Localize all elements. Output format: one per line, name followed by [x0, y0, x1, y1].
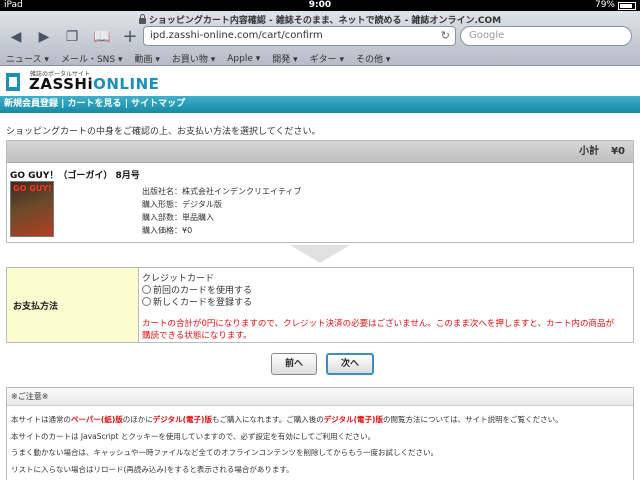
bookmark-news[interactable]: ニュース ▾ [6, 52, 49, 65]
bookmark-other[interactable]: その他 ▾ [356, 52, 390, 65]
search-field[interactable]: Google [460, 26, 632, 46]
payment-label: お支払方法 [7, 268, 139, 342]
logo-text: ZASSHiONLINE [29, 75, 160, 93]
page-content: 雑誌のポータルサイト ZASSHiONLINE 新規会員登録 | カートを見る … [0, 67, 640, 480]
tabs-icon[interactable]: ❐ [62, 28, 82, 46]
step-arrow-icon [290, 245, 350, 263]
bookmarks-icon[interactable]: 📖 [92, 28, 112, 46]
cart-table: 小計 ¥0 GO GUY！（ゴーガイ） 8月号 GO GUY! 出版社名：株式会社… [6, 140, 634, 243]
status-bar: iPad 9:00 79% [0, 0, 640, 11]
cover-title: GO GUY! [13, 184, 52, 193]
clock: 9:00 [308, 0, 332, 10]
item-quantity: 購入部数：単品購入 [142, 213, 214, 222]
zero-total-warning: カートの合計が0円になりますので、クレジット決済の必要はございません。このまま次… [142, 319, 614, 341]
note-line-2: 本サイトのカートは JavaScript とクッキーを使用していますので、必ず設… [11, 432, 376, 441]
note-line-3: うまく動かない場合は、キャッシュや一時ファイルなど全てのオフラインコンテンツを削… [11, 448, 439, 457]
notes-box: ※ご注意※ 本サイトは通常のペーパー(紙)版のほかにデジタル(電子)版もご購入に… [6, 387, 634, 480]
reload-icon[interactable]: ↻ [441, 27, 450, 45]
url-field[interactable]: ipd.zasshi-online.com/cart/confirm ↻ [143, 26, 456, 46]
site-nav-links[interactable]: 新規会員登録 | カートを見る | サイトマップ [4, 99, 185, 109]
page-title: ショッピングカート内容確認 - 雑誌そのまま、ネットで読める - 雑誌オンライン… [0, 13, 640, 26]
subtotal-label: 小計 [579, 146, 600, 157]
browser-chrome: ショッピングカート内容確認 - 雑誌そのまま、ネットで読める - 雑誌オンライン… [0, 11, 640, 66]
notes-heading: ※ご注意※ [7, 388, 633, 406]
url-text: ipd.zasshi-online.com/cart/confirm [150, 30, 323, 41]
bookmark-apple[interactable]: Apple ▾ [227, 54, 260, 64]
item-publisher: 出版社名：株式会社インデンクリエイティブ [142, 187, 302, 196]
add-icon[interactable]: + [120, 28, 140, 46]
forward-icon[interactable]: ▶ [34, 28, 54, 46]
site-nav-bar: 新規会員登録 | カートを見る | サイトマップ [0, 96, 640, 113]
item-price: 購入価格：¥0 [142, 226, 193, 235]
payment-table: お支払方法 クレジットカード 前回のカードを使用する 新しくカードを登録する カ… [6, 267, 634, 343]
payment-options: クレジットカード 前回のカードを使用する 新しくカードを登録する カートの合計が… [139, 268, 633, 342]
radio-previous-card[interactable] [142, 285, 151, 294]
bookmark-shopping[interactable]: お買い物 ▾ [172, 52, 215, 65]
back-icon[interactable]: ◀ [6, 28, 26, 46]
logo-mark-icon [6, 73, 20, 91]
bookmark-video[interactable]: 動画 ▾ [134, 52, 159, 65]
battery-indicator: 79% [595, 0, 636, 11]
item-format: 購入形態：デジタル版 [142, 200, 222, 209]
search-placeholder: Google [469, 30, 505, 41]
item-title[interactable]: GO GUY！（ゴーガイ） 8月号 [10, 168, 140, 181]
radio-new-card[interactable] [142, 297, 151, 306]
cart-intro: ショッピングカートの中身をご確認の上、お支払い方法を選択してください。 [6, 127, 321, 137]
lock-icon [138, 14, 146, 24]
prev-button[interactable]: 前へ [271, 353, 317, 375]
item-cover-image[interactable]: GO GUY! [10, 181, 54, 237]
battery-percent: 79% [594, 0, 615, 10]
bookmark-mail-sns[interactable]: メール・SNS ▾ [61, 52, 123, 65]
subtotal-value: ¥0 [611, 146, 625, 157]
note-line-4: リストに入らない場合はリロード(再読み込み)をすると表示される場合があります。 [11, 465, 294, 474]
option-new-card[interactable]: 新しくカードを登録する [142, 295, 252, 308]
bookmark-guitar[interactable]: ギター ▾ [310, 52, 344, 65]
bookmark-dev[interactable]: 開発 ▾ [272, 52, 297, 65]
next-button[interactable]: 次へ [326, 353, 374, 375]
cart-header: 小計 ¥0 [7, 141, 633, 163]
bookmarks-bar: ニュース ▾ メール・SNS ▾ 動画 ▾ お買い物 ▾ Apple ▾ 開発 … [0, 51, 640, 66]
battery-icon [618, 1, 636, 10]
note-line-1: 本サイトは通常のペーパー(紙)版のほかにデジタル(電子)版もご購入になれます。ご… [11, 415, 563, 424]
